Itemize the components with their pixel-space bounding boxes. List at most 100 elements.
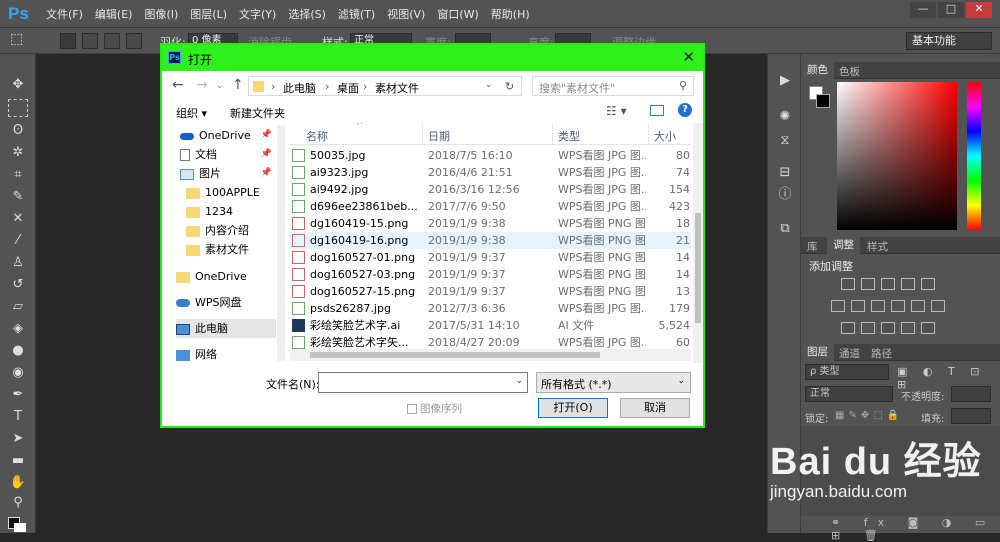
dodge-tool-icon[interactable]: ◉ (8, 364, 28, 382)
levels-icon[interactable] (861, 278, 875, 290)
intersect-selection-icon[interactable] (126, 33, 142, 49)
color-field[interactable] (837, 82, 957, 230)
tab-color[interactable]: 颜色 (801, 62, 834, 79)
menu-help[interactable]: 帮助(H) (485, 6, 536, 22)
back-arrow-icon[interactable]: ← (172, 77, 184, 93)
filename-input[interactable]: ⌄ (318, 372, 528, 393)
healing-brush-icon[interactable]: ✕ (8, 210, 28, 228)
zoom-tool-icon[interactable]: ⚲ (8, 494, 28, 512)
breadcrumb-desktop[interactable]: 桌面 (337, 80, 359, 96)
menu-file[interactable]: 文件(F) (40, 6, 89, 22)
path-selection-icon[interactable]: ➤ (8, 430, 28, 448)
background-color-swatch[interactable] (14, 523, 26, 532)
color-lookup-icon[interactable] (931, 300, 945, 312)
sidebar-item-1234[interactable]: 1234 (186, 202, 276, 221)
search-input[interactable]: 搜索"素材文件" ⚲ (532, 76, 694, 96)
forward-arrow-icon[interactable]: → (196, 77, 208, 93)
brightness-icon[interactable] (841, 278, 855, 290)
add-selection-icon[interactable] (82, 33, 98, 49)
tab-styles[interactable]: 样式 (861, 239, 894, 254)
hand-tool-icon[interactable]: ✋ (8, 474, 28, 492)
close-icon[interactable]: ✕ (682, 48, 695, 66)
paint-bucket-icon[interactable]: ◈ (8, 320, 28, 338)
menu-window[interactable]: 窗口(W) (431, 6, 484, 22)
file-row[interactable]: 彩绘笑脸艺术字.ai 2017/5/31 14:10 AI 文件 5,524 (290, 317, 691, 334)
file-row[interactable]: dog160527-01.png 2019/1/9 9:37 WPS看图 PNG 图… (290, 249, 691, 266)
pen-tool-icon[interactable]: ✒ (8, 386, 28, 404)
posterize-icon[interactable] (861, 322, 875, 334)
move-tool-icon[interactable]: ✥ (8, 76, 28, 94)
sidebar-item-material[interactable]: 素材文件 (186, 240, 276, 259)
workspace-select[interactable]: 基本功能 (906, 32, 992, 50)
view-options-icon[interactable]: ☷ ▾ (606, 104, 627, 118)
layer-kind-filter[interactable]: ρ 类型 (805, 364, 889, 380)
lasso-tool-icon[interactable]: ʘ (8, 122, 28, 140)
marquee-tool-preset-icon[interactable]: ⬚ (10, 31, 23, 47)
sidebar-item-onedrive-quick[interactable]: OneDrive 📌 (180, 126, 276, 145)
tab-paths[interactable]: 路径 (865, 346, 898, 361)
blend-mode-select[interactable]: 正常 (805, 386, 893, 402)
menu-filter[interactable]: 滤镜(T) (332, 6, 381, 22)
exposure-icon[interactable] (901, 278, 915, 290)
lock-icons[interactable]: ▦✎✥⬚🔒 (835, 410, 903, 421)
color-bg-swatch[interactable] (816, 94, 830, 108)
crop-tool-icon[interactable]: ⌗ (8, 166, 28, 184)
threshold-icon[interactable] (881, 322, 895, 334)
file-row[interactable]: 50035.jpg 2018/7/5 16:10 WPS看图 JPG 图... 80 (290, 147, 691, 164)
file-type-filter[interactable]: 所有格式 (*.*) ⌄ (536, 372, 691, 393)
up-arrow-icon[interactable]: ↑ (232, 77, 244, 93)
brush-tool-icon[interactable]: ⁄ (8, 232, 28, 250)
actions-panel-icon[interactable]: ✺ (776, 108, 794, 126)
menu-view[interactable]: 视图(V) (381, 6, 431, 22)
vibrance-icon[interactable] (921, 278, 935, 290)
column-name[interactable]: 名称 (306, 128, 328, 144)
sidebar-item-100apple[interactable]: 100APPLE (186, 183, 276, 202)
file-list-hscrollbar[interactable] (290, 349, 691, 361)
organize-button[interactable]: 组织 ▾ (176, 105, 207, 121)
clone-stamp-icon[interactable]: ♙ (8, 254, 28, 272)
file-row[interactable]: ai9323.jpg 2016/4/6 21:51 WPS看图 JPG 图... 74 (290, 164, 691, 181)
subtract-selection-icon[interactable] (104, 33, 120, 49)
sidebar-item-network[interactable]: 网络 (176, 345, 276, 364)
menu-image[interactable]: 图像(I) (138, 6, 184, 22)
blur-tool-icon[interactable]: ● (8, 342, 28, 360)
file-row[interactable]: dg160419-15.png 2019/1/9 9:38 WPS看图 PNG 图.… (290, 215, 691, 232)
file-row[interactable]: ai9492.jpg 2016/3/16 12:56 WPS看图 JPG 图... 1… (290, 181, 691, 198)
menu-edit[interactable]: 编辑(E) (89, 6, 139, 22)
history-brush-icon[interactable]: ↺ (8, 276, 28, 294)
photo-filter-icon[interactable] (891, 300, 905, 312)
file-row[interactable]: dg160419-16.png 2019/1/9 9:38 WPS看图 PNG 图.… (290, 232, 691, 249)
opacity-input[interactable] (951, 386, 991, 402)
menu-layer[interactable]: 图层(L) (184, 6, 233, 22)
cancel-button[interactable]: 取消 (620, 398, 690, 418)
rectangle-tool-icon[interactable]: ▬ (8, 452, 28, 470)
tab-libraries[interactable]: 库 (801, 239, 824, 254)
info-panel-icon[interactable]: ⓘ (776, 186, 794, 204)
column-size[interactable]: 大小 (654, 128, 676, 144)
curves-icon[interactable] (881, 278, 895, 290)
hue-sat-icon[interactable] (831, 300, 845, 312)
sidebar-item-this-pc[interactable]: 此电脑 (176, 319, 276, 338)
file-row[interactable]: psds26287.jpg 2012/7/3 6:36 WPS看图 JPG 图...… (290, 300, 691, 317)
history-dropdown-icon[interactable]: ⌄ (216, 81, 224, 91)
minimize-button[interactable]: — (910, 2, 936, 18)
channel-mixer-icon[interactable] (911, 300, 925, 312)
new-folder-button[interactable]: 新建文件夹 (230, 105, 285, 121)
sidebar-item-onedrive[interactable]: OneDrive (176, 267, 276, 286)
column-type[interactable]: 类型 (558, 128, 580, 144)
color-balance-icon[interactable] (851, 300, 865, 312)
tab-adjustments[interactable]: 调整 (827, 237, 860, 254)
breadcrumb-this-pc[interactable]: 此电脑 (283, 80, 316, 96)
column-date[interactable]: 日期 (428, 128, 450, 144)
help-icon[interactable]: ? (678, 103, 692, 117)
tab-layers[interactable]: 图层 (801, 344, 834, 361)
open-button[interactable]: 打开(O) (538, 398, 608, 418)
nav-pane-scrollbar[interactable] (277, 125, 285, 361)
preview-pane-icon[interactable] (650, 105, 664, 116)
brush-panel-icon[interactable]: ⧖ (776, 132, 794, 150)
invert-icon[interactable] (841, 322, 855, 334)
sidebar-item-pictures[interactable]: 图片 📌 (180, 164, 276, 183)
menu-select[interactable]: 选择(S) (282, 6, 332, 22)
refresh-icon[interactable]: ↻ (505, 80, 514, 93)
file-row[interactable]: dog160527-03.png 2019/1/9 9:37 WPS看图 PNG 图… (290, 266, 691, 283)
